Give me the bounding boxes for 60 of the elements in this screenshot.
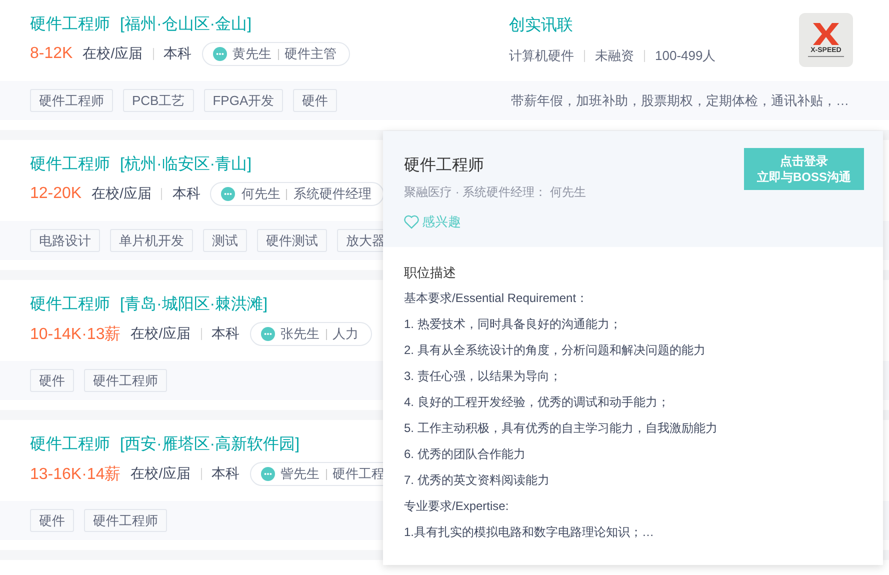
login-chat-button[interactable]: 点击登录 立即与BOSS沟通 bbox=[744, 148, 864, 190]
requirement: 在校/应届 bbox=[82, 45, 143, 63]
description-line: 7. 优秀的英文资料阅读能力 bbox=[404, 472, 550, 489]
skill-tag: 硬件工程师 bbox=[84, 369, 167, 392]
chat-icon bbox=[221, 187, 236, 201]
description-line: 2. 具有从全系统设计的角度，分析问题和解决问题的能力 bbox=[404, 342, 706, 359]
recruiter-chip[interactable]: 何先生 系统硬件经理 bbox=[210, 182, 384, 206]
requirement: 在校/应届 bbox=[92, 185, 152, 203]
skill-tag: 硬件 bbox=[30, 509, 74, 532]
skill-tag: 测试 bbox=[203, 229, 247, 252]
salary: 10-14K·13薪 bbox=[30, 324, 121, 344]
recruiter-chip[interactable]: 黄先生 硬件主管 bbox=[202, 42, 350, 66]
section-title: 职位描述 bbox=[404, 264, 457, 282]
skill-tag: 硬件工程师 bbox=[30, 89, 113, 112]
chat-icon bbox=[212, 47, 227, 61]
skill-tag: 硬件测试 bbox=[257, 229, 327, 252]
job-title[interactable]: 硬件工程师 bbox=[30, 154, 110, 176]
description-line: 4. 良好的工程开发经验，优秀的调试和动手能力； bbox=[404, 394, 670, 411]
chat-icon bbox=[260, 327, 275, 341]
popup-meta: 聚融医疗 · 系统硬件经理： 何先生 bbox=[404, 184, 586, 201]
recruiter-chip[interactable]: 张先生 人力 bbox=[250, 322, 372, 346]
salary: 12-20K bbox=[30, 185, 82, 203]
benefits-text: 带薪年假，加班补助，股票期权，定期体检，通讯补贴，… bbox=[511, 92, 849, 110]
popup-job-title: 硬件工程师 bbox=[404, 156, 485, 176]
description-line: 基本要求/Essential Requirement： bbox=[404, 290, 590, 307]
requirement: 本科 bbox=[164, 45, 192, 63]
company-fact: 100-499人 bbox=[655, 47, 716, 65]
description-line: 1.具有扎实的模拟电路和数字电路理论知识；… bbox=[404, 524, 656, 541]
company-name[interactable]: 创实讯联 bbox=[509, 15, 719, 37]
description-line: 6. 优秀的团队合作能力 bbox=[404, 446, 526, 463]
requirement: 本科 bbox=[172, 185, 200, 203]
chat-icon bbox=[260, 467, 275, 481]
description-line: 3. 责任心强，以结果为导向； bbox=[404, 368, 562, 385]
heart-icon bbox=[404, 215, 419, 229]
description-line: 专业要求/Expertise: bbox=[404, 498, 510, 515]
job-location: [西安·雁塔区·高新软件园] bbox=[120, 434, 300, 455]
salary: 13-16K·14薪 bbox=[30, 464, 121, 484]
job-title[interactable]: 硬件工程师 bbox=[30, 294, 110, 316]
skill-tag: PCB工艺 bbox=[123, 89, 194, 112]
requirement: 本科 bbox=[212, 465, 240, 483]
skill-tag: FPGA开发 bbox=[204, 89, 284, 112]
skill-tag: 硬件 bbox=[293, 89, 338, 112]
job-title[interactable]: 硬件工程师 bbox=[30, 434, 110, 456]
interest-button[interactable]: 感兴趣 bbox=[404, 213, 586, 231]
skill-tag: 单片机开发 bbox=[110, 229, 193, 252]
requirement: 在校/应届 bbox=[130, 465, 191, 483]
salary: 8-12K bbox=[30, 45, 73, 63]
job-location: [福州·仓山区·金山] bbox=[120, 14, 252, 35]
requirement: 本科 bbox=[212, 325, 240, 343]
job-title[interactable]: 硬件工程师 bbox=[30, 14, 110, 36]
company-fact: 计算机硬件 bbox=[509, 47, 574, 65]
job-location: [杭州·临安区·青山] bbox=[120, 154, 252, 175]
skill-tag: 电路设计 bbox=[30, 229, 100, 252]
company-fact: 未融资 bbox=[595, 47, 634, 65]
skill-tag: 硬件工程师 bbox=[84, 509, 167, 532]
description-line: 5. 工作主动积极，具有优秀的自主学习能力，自我激励能力 bbox=[404, 420, 718, 437]
requirement: 在校/应届 bbox=[130, 325, 191, 343]
skill-tag: 硬件 bbox=[30, 369, 74, 392]
description-line: 1. 热爱技术，同时具备良好的沟通能力； bbox=[404, 316, 622, 333]
job-location: [青岛·城阳区·棘洪滩] bbox=[120, 294, 268, 315]
